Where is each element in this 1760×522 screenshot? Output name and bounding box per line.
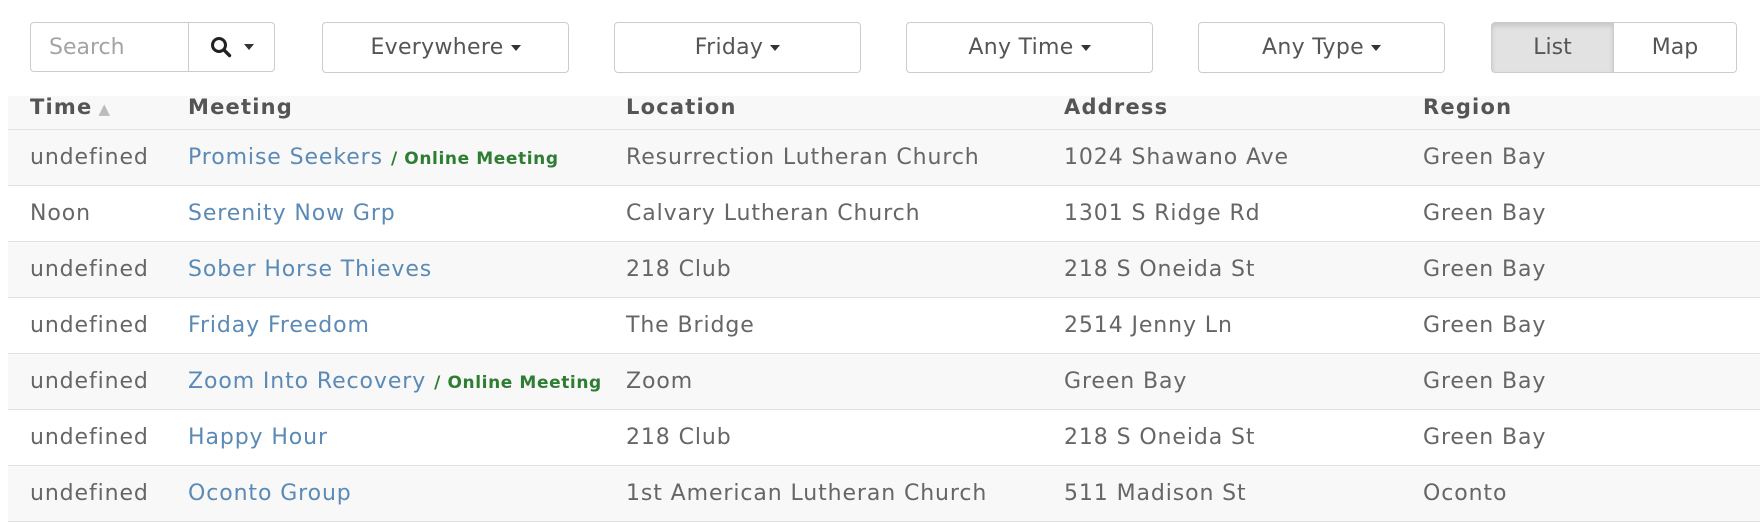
meeting-link[interactable]: Serenity Now Grp — [188, 201, 396, 226]
cell-address: 511 Madison St — [1064, 481, 1247, 506]
type-dropdown[interactable]: Any Type — [1198, 22, 1445, 73]
cell-time: undefined — [30, 369, 149, 394]
cell-location: The Bridge — [626, 313, 755, 338]
caret-down-icon — [510, 44, 521, 51]
meetings-table: Time ▲ Meeting Location Address Region un… — [8, 96, 1760, 522]
cell-time: undefined — [30, 313, 149, 338]
day-dropdown-label: Friday — [694, 35, 764, 60]
cell-time: undefined — [30, 481, 149, 506]
caret-down-icon — [1080, 44, 1091, 51]
cell-address: 1024 Shawano Ave — [1064, 145, 1289, 170]
cell-time: undefined — [30, 257, 149, 282]
cell-location: Zoom — [626, 369, 694, 394]
table-header: Time ▲ Meeting Location Address Region — [8, 96, 1760, 130]
header-location[interactable]: Location — [626, 96, 737, 118]
header-time-label: Time — [30, 95, 93, 119]
table-row: Noon Serenity Now Grp Calvary Lutheran C… — [8, 186, 1760, 242]
cell-address: 218 S Oneida St — [1064, 257, 1256, 282]
cell-meeting: Zoom Into Recovery / Online Meeting — [188, 354, 602, 411]
cell-location: 218 Club — [626, 257, 732, 282]
day-dropdown[interactable]: Friday — [614, 22, 861, 73]
cell-time: undefined — [30, 425, 149, 450]
header-address[interactable]: Address — [1064, 96, 1168, 118]
cell-time: Noon — [30, 201, 91, 226]
cell-region: Oconto — [1423, 481, 1508, 506]
cell-meeting: Promise Seekers / Online Meeting — [188, 130, 559, 187]
search-button[interactable] — [188, 22, 275, 72]
cell-location: 1st American Lutheran Church — [626, 481, 988, 506]
cell-meeting: Sober Horse Thieves — [188, 242, 432, 297]
header-region[interactable]: Region — [1423, 96, 1512, 118]
meeting-link[interactable]: Friday Freedom — [188, 313, 370, 338]
cell-region: Green Bay — [1423, 257, 1547, 282]
cell-meeting: Serenity Now Grp — [188, 186, 396, 241]
caret-down-icon — [243, 44, 254, 50]
region-dropdown[interactable]: Everywhere — [322, 22, 569, 73]
table-row: undefined Sober Horse Thieves 218 Club 2… — [8, 242, 1760, 298]
table-row: undefined Friday Freedom The Bridge 2514… — [8, 298, 1760, 354]
cell-region: Green Bay — [1423, 425, 1547, 450]
time-dropdown[interactable]: Any Time — [906, 22, 1153, 73]
search-group — [30, 22, 275, 72]
list-view-button[interactable]: List — [1491, 22, 1614, 73]
cell-location: 218 Club — [626, 425, 732, 450]
cell-address: 2514 Jenny Ln — [1064, 313, 1233, 338]
view-toggle: List Map — [1491, 22, 1737, 73]
cell-time: undefined — [30, 145, 149, 170]
cell-meeting: Oconto Group — [188, 466, 352, 521]
type-dropdown-label: Any Type — [1262, 35, 1364, 60]
search-icon — [210, 37, 231, 58]
region-dropdown-label: Everywhere — [370, 35, 504, 60]
cell-location: Calvary Lutheran Church — [626, 201, 921, 226]
cell-region: Green Bay — [1423, 145, 1547, 170]
table-row: undefined Happy Hour 218 Club 218 S Onei… — [8, 410, 1760, 466]
caret-down-icon — [1370, 44, 1381, 51]
cell-region: Green Bay — [1423, 313, 1547, 338]
caret-down-icon — [770, 44, 781, 51]
header-meeting[interactable]: Meeting — [188, 96, 293, 118]
map-view-button[interactable]: Map — [1614, 22, 1737, 73]
cell-region: Green Bay — [1423, 369, 1547, 394]
cell-location: Resurrection Lutheran Church — [626, 145, 980, 170]
meeting-link[interactable]: Zoom Into Recovery — [188, 369, 426, 394]
cell-address: Green Bay — [1064, 369, 1188, 394]
table-row: undefined Promise Seekers / Online Meetin… — [8, 130, 1760, 186]
header-time[interactable]: Time ▲ — [30, 96, 111, 120]
online-meeting-tag: / Online Meeting — [434, 373, 602, 393]
meeting-link[interactable]: Sober Horse Thieves — [188, 257, 432, 282]
table-row: undefined Oconto Group 1st American Luth… — [8, 466, 1760, 522]
cell-meeting: Happy Hour — [188, 410, 328, 465]
cell-address: 1301 S Ridge Rd — [1064, 201, 1261, 226]
cell-region: Green Bay — [1423, 201, 1547, 226]
cell-meeting: Friday Freedom — [188, 298, 370, 353]
online-meeting-tag: / Online Meeting — [390, 149, 559, 169]
time-dropdown-label: Any Time — [968, 35, 1074, 60]
meeting-link[interactable]: Oconto Group — [188, 481, 352, 506]
table-row: undefined Zoom Into Recovery / Online Mee… — [8, 354, 1760, 410]
cell-address: 218 S Oneida St — [1064, 425, 1256, 450]
filter-toolbar: Everywhere Friday Any Time Any Type List… — [30, 22, 1737, 74]
meeting-link[interactable]: Promise Seekers — [188, 145, 383, 170]
search-input[interactable] — [30, 22, 188, 72]
sort-up-icon: ▲ — [98, 100, 112, 118]
meeting-link[interactable]: Happy Hour — [188, 425, 328, 450]
